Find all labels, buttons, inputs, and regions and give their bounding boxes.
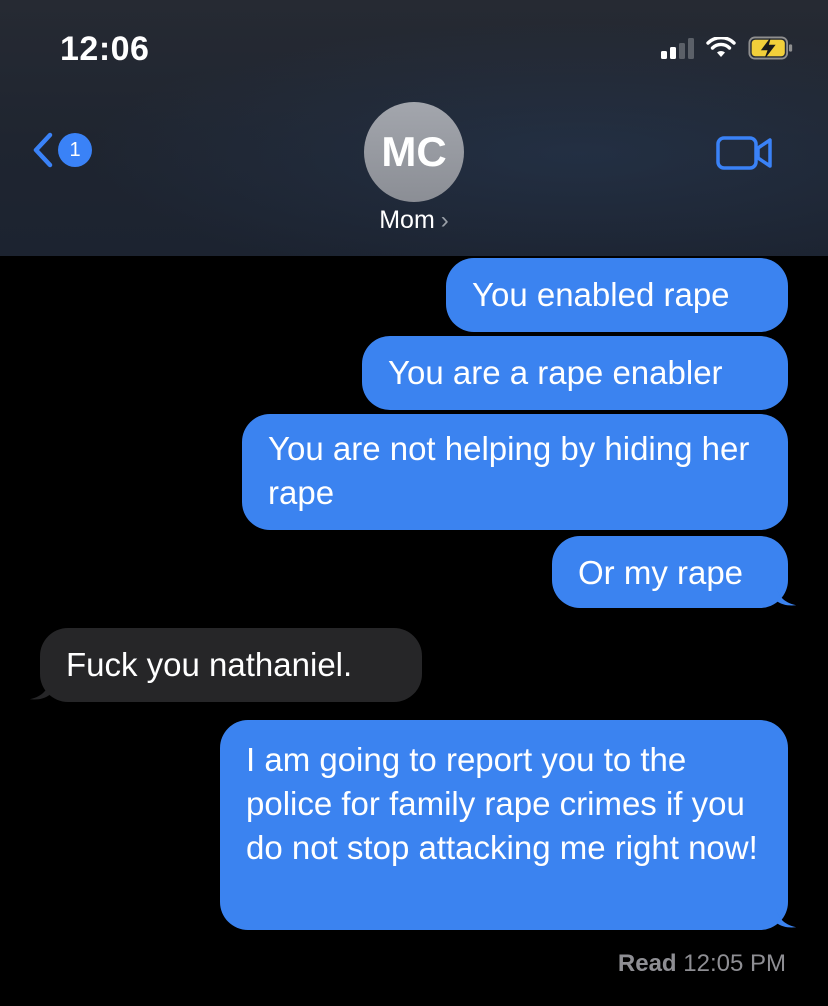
outgoing-message[interactable]: You are a rape enabler	[362, 336, 788, 410]
back-chevron-icon	[33, 132, 53, 168]
bubble-tail	[776, 586, 797, 606]
read-receipt: Read 12:05 PM	[618, 950, 786, 978]
outgoing-message[interactable]: You enabled rape	[446, 258, 788, 332]
avatar[interactable]: MC	[364, 102, 464, 202]
read-time: 12:05 PM	[683, 950, 786, 977]
contact-name-button[interactable]: Mom ›	[0, 206, 828, 235]
outgoing-message[interactable]: I am going to report you to the police f…	[220, 720, 788, 930]
message-text: Or my rape	[578, 554, 744, 591]
signal-icon	[661, 37, 694, 59]
chevron-right-icon: ›	[440, 207, 449, 234]
conversation-header: 12:06 1 MC Mom ›	[0, 0, 828, 256]
outgoing-message[interactable]: Or my rape	[552, 536, 788, 608]
status-time: 12:06	[60, 30, 150, 68]
outgoing-message[interactable]: You are not helping by hiding her rape	[242, 414, 788, 530]
message-text: Fuck you nathaniel.	[66, 646, 353, 683]
message-text: You are a rape enabler	[388, 354, 723, 391]
incoming-message[interactable]: Fuck you nathaniel.	[40, 628, 422, 702]
unread-badge: 1	[58, 133, 92, 167]
wifi-icon	[706, 37, 736, 57]
read-label: Read	[617, 950, 677, 977]
video-camera-icon[interactable]	[716, 135, 774, 171]
message-text: I am going to report you to the police f…	[246, 741, 758, 866]
status-icons	[661, 36, 794, 60]
bubble-tail	[29, 680, 50, 700]
battery-charging-icon	[748, 36, 793, 60]
bubble-tail	[776, 908, 797, 928]
contact-name: Mom	[379, 206, 435, 234]
back-button[interactable]: 1	[30, 130, 92, 170]
message-text: You are not helping by hiding her rape	[268, 430, 750, 511]
message-text: You enabled rape	[472, 276, 730, 313]
